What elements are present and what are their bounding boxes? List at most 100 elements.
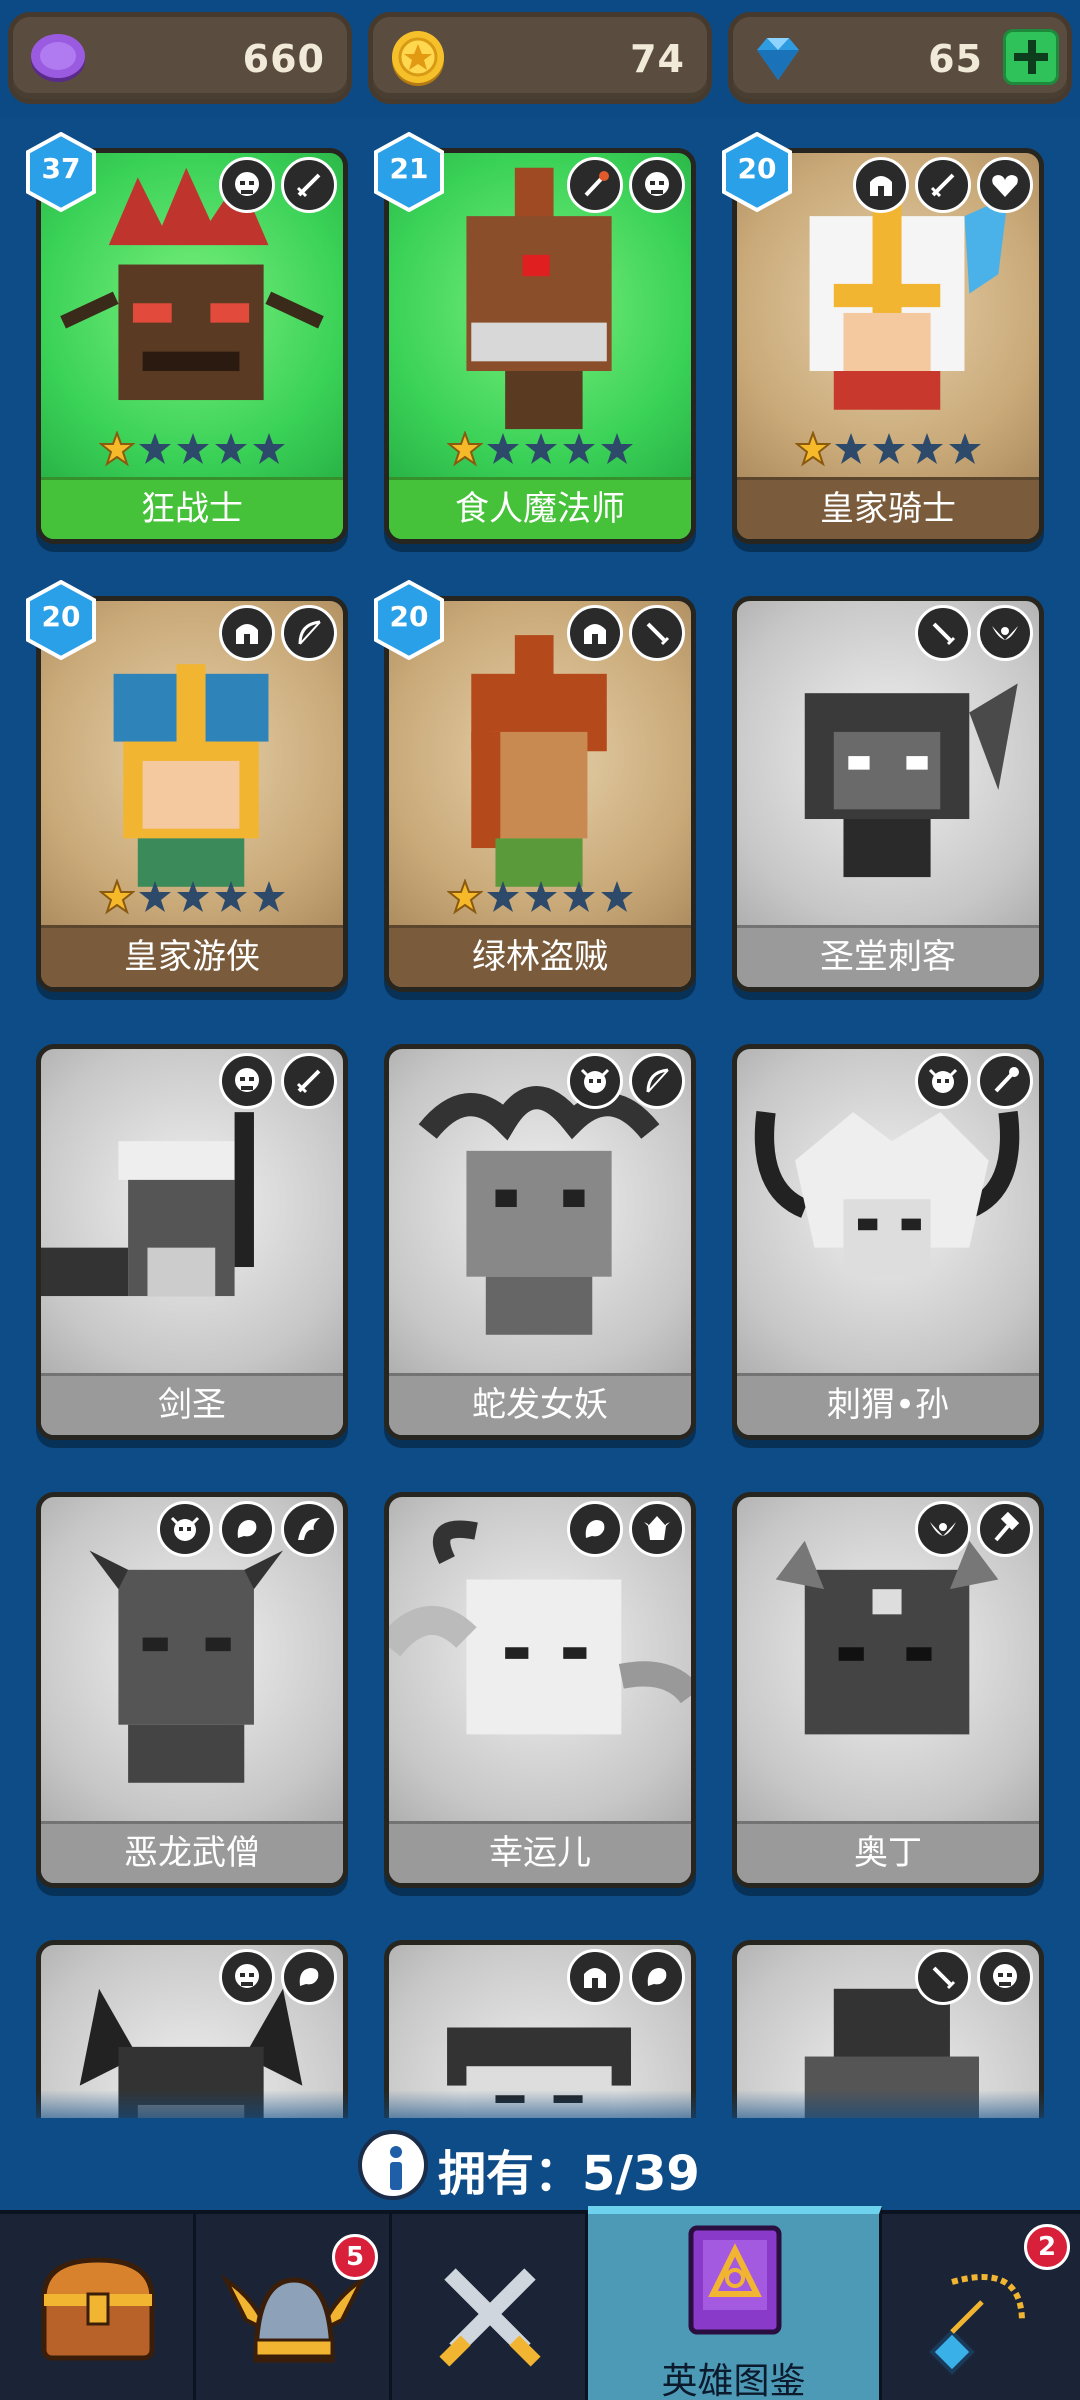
notification-badge: 2 [1024, 2224, 1070, 2270]
gem-counter[interactable]: 65 [728, 12, 1072, 104]
hammer-icon [977, 1501, 1033, 1557]
class-badges [915, 605, 1033, 661]
amulet-icon [929, 2274, 1025, 2375]
hero-card[interactable]: 奥丁 [732, 1492, 1044, 1888]
class-badges [915, 1949, 1033, 2005]
wings-icon [915, 1501, 971, 1557]
orc-class-icon [629, 157, 685, 213]
hero-name: 皇家骑士 [737, 477, 1039, 539]
star-filled-icon [795, 431, 831, 467]
staff-icon [567, 157, 623, 213]
star-filled-icon [99, 879, 135, 915]
class-badges [567, 1053, 685, 1109]
star-empty-icon [177, 433, 209, 464]
dragon-icon [281, 1501, 337, 1557]
ownership-label: 拥有：5/39 [438, 2146, 700, 2202]
demon-skull-icon [915, 1053, 971, 1109]
hero-card[interactable]: 圣堂刺客 [732, 596, 1044, 992]
hero-grid: 狂战士 食人魔法师 皇家骑士 皇家游侠 绿林盗贼 圣堂刺客 剑圣 蛇发女妖 刺猬… [0, 118, 1080, 2118]
tab-heroes[interactable]: 5 [196, 2214, 392, 2400]
bow-icon [629, 1053, 685, 1109]
star-empty-icon [139, 881, 171, 912]
helmet-icon [567, 605, 623, 661]
star-empty-icon [835, 433, 867, 464]
beast-icon [219, 1501, 275, 1557]
dagger-icon [629, 605, 685, 661]
star-filled-icon [447, 879, 483, 915]
hero-name: 刺猬•孙 [737, 1373, 1039, 1435]
class-badges [219, 1949, 337, 2005]
hero-name: 蛇发女妖 [389, 1373, 691, 1435]
star-empty-icon [253, 433, 285, 464]
bow-icon [281, 605, 337, 661]
star-empty-icon [601, 881, 633, 912]
dagger-icon [915, 605, 971, 661]
hero-name: 幸运儿 [389, 1821, 691, 1883]
heart-icon [977, 157, 1033, 213]
token-counter[interactable]: 660 [8, 12, 352, 104]
star-empty-icon [601, 433, 633, 464]
dagger-icon [915, 1949, 971, 2005]
info-icon[interactable] [358, 2130, 428, 2200]
add-gems-button[interactable] [1003, 29, 1059, 85]
staff-icon [977, 1053, 1033, 1109]
class-badges [219, 157, 337, 213]
tab-chest[interactable] [0, 2214, 196, 2400]
hero-card[interactable]: 刺猬•孙 [732, 1044, 1044, 1440]
gold-coin-icon [392, 31, 444, 86]
demon-skull-icon [567, 1053, 623, 1109]
star-empty-icon [487, 881, 519, 912]
ownership-bar: 拥有：5/39 [0, 2090, 1080, 2210]
tab-hero-codex[interactable]: 英雄图鉴 [588, 2206, 882, 2400]
tab-amulet[interactable]: 2 [882, 2214, 1078, 2400]
star-rating [99, 879, 287, 915]
star-empty-icon [563, 881, 595, 912]
level-badge: 37 [24, 131, 98, 213]
elf-icon [629, 1501, 685, 1557]
class-badges [567, 157, 685, 213]
class-badges [853, 157, 1033, 213]
coin-count: 74 [630, 37, 685, 81]
crossed-swords-icon [439, 2268, 541, 2367]
star-filled-icon [99, 431, 135, 467]
hero-card[interactable]: 恶龙武僧 [36, 1492, 348, 1888]
hero-card[interactable]: 剑圣 [36, 1044, 348, 1440]
level-badge: 20 [372, 579, 446, 661]
level-badge: 21 [372, 131, 446, 213]
level-badge: 20 [24, 579, 98, 661]
currency-bar: 660 74 65 [0, 0, 1080, 118]
beast-icon [567, 1501, 623, 1557]
helmet-icon [219, 605, 275, 661]
star-empty-icon [525, 881, 557, 912]
sword-icon [281, 1053, 337, 1109]
wings-icon [977, 605, 1033, 661]
demon-skull-icon [157, 1501, 213, 1557]
star-empty-icon [911, 433, 943, 464]
star-rating [795, 431, 983, 467]
hero-name: 恶龙武僧 [41, 1821, 343, 1883]
class-badges [567, 1501, 685, 1557]
star-rating [447, 879, 635, 915]
star-empty-icon [215, 433, 247, 464]
star-empty-icon [563, 433, 595, 464]
star-empty-icon [215, 881, 247, 912]
hero-name: 奥丁 [737, 1821, 1039, 1883]
token-count: 660 [242, 37, 325, 81]
coin-counter[interactable]: 74 [368, 12, 712, 104]
hero-name: 圣堂刺客 [737, 925, 1039, 987]
hero-name: 狂战士 [41, 477, 343, 539]
hero-name: 皇家游侠 [41, 925, 343, 987]
hero-card[interactable]: 蛇发女妖 [384, 1044, 696, 1440]
tab-battle[interactable] [392, 2214, 588, 2400]
bottom-nav: 5 英雄图鉴 2 [0, 2206, 1080, 2400]
orc-class-icon [977, 1949, 1033, 2005]
class-badges [915, 1501, 1033, 1557]
hero-name: 食人魔法师 [389, 477, 691, 539]
star-empty-icon [177, 881, 209, 912]
blue-gem-icon [757, 38, 799, 80]
class-badges [157, 1501, 337, 1557]
class-badges [915, 1053, 1033, 1109]
star-empty-icon [253, 881, 285, 912]
gem-count: 65 [928, 37, 983, 81]
hero-card[interactable]: 幸运儿 [384, 1492, 696, 1888]
